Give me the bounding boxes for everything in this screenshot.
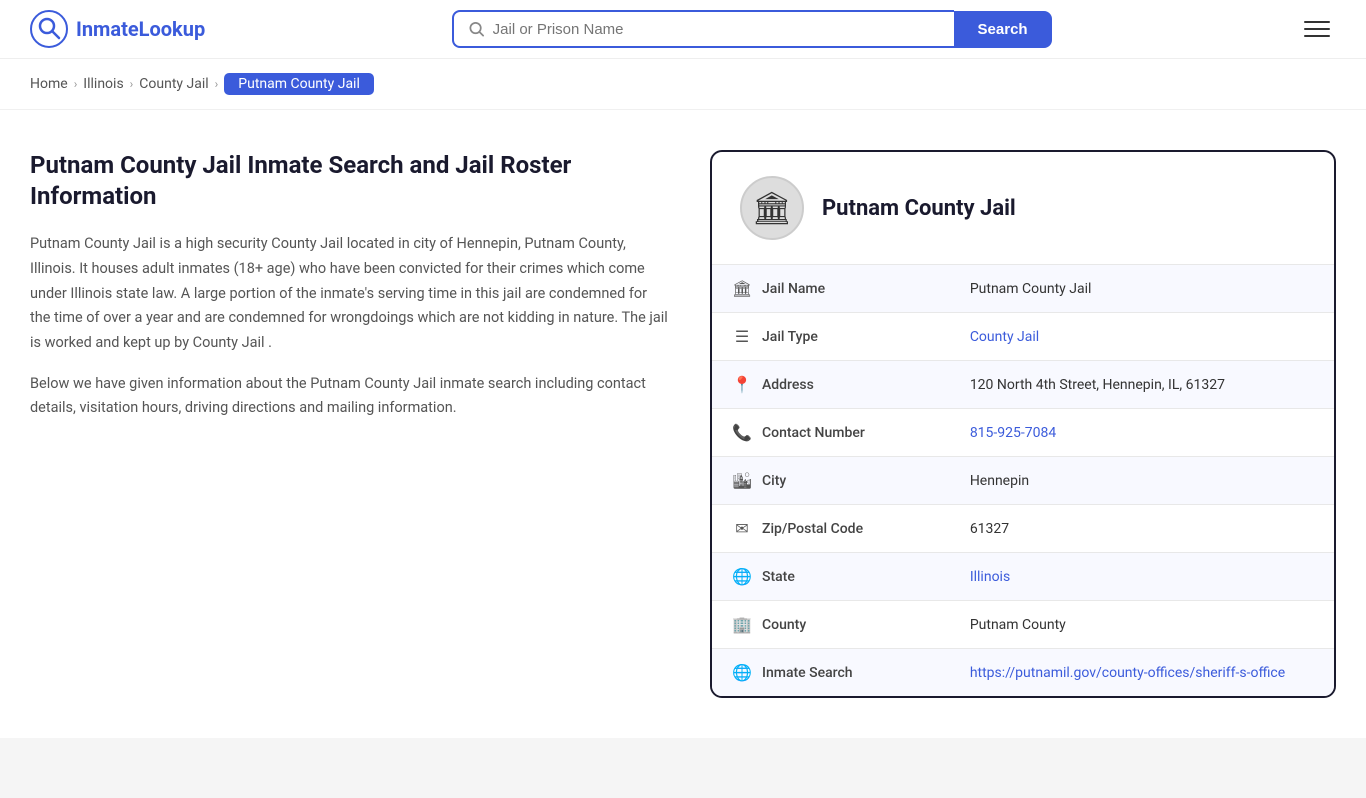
logo-text: InmateLookup: [76, 17, 205, 41]
table-label-cell: 🌐 Inmate Search: [712, 649, 950, 697]
row-icon: ✉: [732, 519, 752, 538]
table-value-cell: 61327: [950, 505, 1334, 553]
row-icon: ☰: [732, 327, 752, 346]
row-label: City: [762, 473, 786, 489]
row-icon: 🌐: [732, 663, 752, 682]
search-input-wrapper: [452, 10, 954, 48]
table-label-cell: 🏛 Jail Name: [712, 265, 950, 313]
breadcrumb-current: Putnam County Jail: [224, 73, 374, 95]
table-value-link[interactable]: 815-925-7084: [970, 425, 1056, 441]
table-row: ☰ Jail Type County Jail: [712, 313, 1334, 361]
logo[interactable]: InmateLookup: [30, 10, 205, 48]
search-area: Search: [452, 10, 1052, 48]
table-value-cell[interactable]: 815-925-7084: [950, 409, 1334, 457]
logo-suffix: Lookup: [139, 17, 206, 41]
row-label: State: [762, 569, 795, 585]
info-card-title: Putnam County Jail: [822, 196, 1016, 221]
table-value-link[interactable]: https://putnamil.gov/county-offices/sher…: [970, 665, 1285, 681]
table-value-cell[interactable]: Illinois: [950, 553, 1334, 601]
table-label-cell: ✉ Zip/Postal Code: [712, 505, 950, 553]
table-value-cell: 120 North 4th Street, Hennepin, IL, 6132…: [950, 361, 1334, 409]
table-row: 📞 Contact Number 815-925-7084: [712, 409, 1334, 457]
breadcrumb-home[interactable]: Home: [30, 76, 68, 92]
table-row: 🏛 Jail Name Putnam County Jail: [712, 265, 1334, 313]
table-value-cell: Putnam County Jail: [950, 265, 1334, 313]
row-label: Contact Number: [762, 425, 865, 441]
page-title: Putnam County Jail Inmate Search and Jai…: [30, 150, 670, 212]
table-label-cell: 🏢 County: [712, 601, 950, 649]
table-row: ✉ Zip/Postal Code 61327: [712, 505, 1334, 553]
hamburger-menu[interactable]: [1298, 15, 1336, 43]
breadcrumb-chevron-1: ›: [74, 77, 78, 91]
main-content: Putnam County Jail Inmate Search and Jai…: [0, 110, 1366, 738]
table-row: 🌐 State Illinois: [712, 553, 1334, 601]
jail-avatar-icon: 🏛: [752, 189, 793, 227]
row-label: Address: [762, 377, 814, 393]
search-icon: [468, 20, 485, 38]
info-card: 🏛 Putnam County Jail 🏛 Jail Name Putnam Co…: [710, 150, 1336, 698]
hamburger-line-1: [1304, 21, 1330, 23]
table-row: 📍 Address 120 North 4th Street, Hennepin, …: [712, 361, 1334, 409]
row-icon: 📞: [732, 423, 752, 442]
right-panel: 🏛 Putnam County Jail 🏛 Jail Name Putnam Co…: [710, 150, 1336, 698]
table-row: 🏙 City Hennepin: [712, 457, 1334, 505]
table-row: 🏢 County Putnam County: [712, 601, 1334, 649]
table-label-cell: 📍 Address: [712, 361, 950, 409]
table-value-cell: Hennepin: [950, 457, 1334, 505]
table-label-cell: ☰ Jail Type: [712, 313, 950, 361]
footer: [0, 738, 1366, 798]
table-label-cell: 🏙 City: [712, 457, 950, 505]
left-panel: Putnam County Jail Inmate Search and Jai…: [30, 150, 670, 698]
search-button[interactable]: Search: [954, 11, 1052, 48]
table-value-cell: Putnam County: [950, 601, 1334, 649]
breadcrumb-chevron-2: ›: [130, 77, 134, 91]
breadcrumb-county-jail[interactable]: County Jail: [139, 76, 208, 92]
hamburger-line-2: [1304, 28, 1330, 30]
row-label: Zip/Postal Code: [762, 521, 863, 537]
row-label: Inmate Search: [762, 665, 853, 681]
breadcrumb: Home › Illinois › County Jail › Putnam C…: [0, 59, 1366, 110]
table-value-cell[interactable]: https://putnamil.gov/county-offices/sher…: [950, 649, 1334, 697]
row-icon: 🌐: [732, 567, 752, 586]
row-icon: 🏢: [732, 615, 752, 634]
table-value-link[interactable]: Illinois: [970, 569, 1010, 585]
jail-avatar: 🏛: [740, 176, 804, 240]
description-2: Below we have given information about th…: [30, 372, 670, 421]
row-icon: 📍: [732, 375, 752, 394]
breadcrumb-illinois[interactable]: Illinois: [83, 76, 123, 92]
description-1: Putnam County Jail is a high security Co…: [30, 232, 670, 355]
table-label-cell: 📞 Contact Number: [712, 409, 950, 457]
logo-icon: [30, 10, 68, 48]
row-label: County: [762, 617, 806, 633]
info-card-header: 🏛 Putnam County Jail: [712, 152, 1334, 265]
row-icon: 🏛: [732, 279, 752, 298]
table-row: 🌐 Inmate Search https://putnamil.gov/count…: [712, 649, 1334, 697]
row-label: Jail Type: [762, 329, 818, 345]
info-table: 🏛 Jail Name Putnam County Jail ☰ Jail Type Co…: [712, 265, 1334, 696]
logo-prefix: Inmate: [76, 17, 139, 41]
breadcrumb-chevron-3: ›: [215, 77, 219, 91]
table-value-cell[interactable]: County Jail: [950, 313, 1334, 361]
search-input[interactable]: [493, 21, 940, 38]
header: InmateLookup Search: [0, 0, 1366, 59]
table-value-link[interactable]: County Jail: [970, 329, 1039, 345]
row-label: Jail Name: [762, 281, 825, 297]
hamburger-line-3: [1304, 35, 1330, 37]
table-label-cell: 🌐 State: [712, 553, 950, 601]
row-icon: 🏙: [732, 471, 752, 490]
